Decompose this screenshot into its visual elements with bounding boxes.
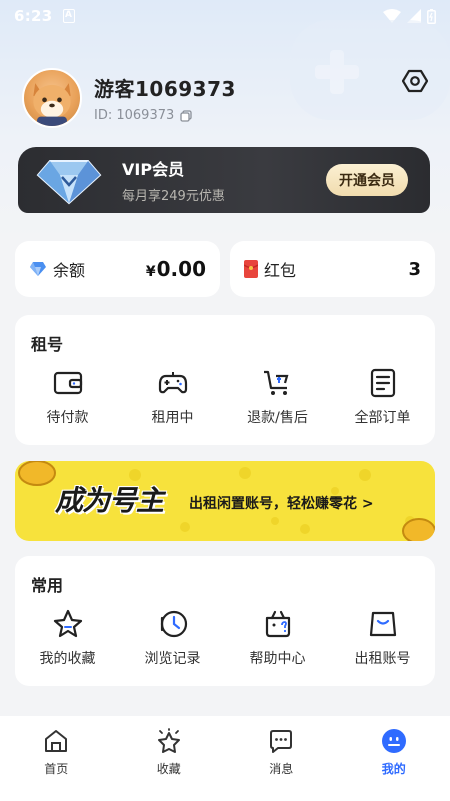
notification-a-icon: A — [62, 9, 75, 23]
profile-text: 游客1069373 ID: 1069373 — [94, 73, 236, 123]
renting-button[interactable]: 租用中 — [120, 367, 225, 427]
red-packet-icon — [244, 260, 258, 278]
gem-balance-icon — [30, 262, 46, 276]
common-section-title: 常用 — [31, 576, 64, 595]
redpack-card[interactable]: 红包 3 — [230, 241, 435, 297]
copy-icon[interactable] — [180, 109, 192, 122]
user-id-row: ID: 1069373 — [94, 108, 236, 123]
rent-out-account-button[interactable]: 出租账号 — [330, 608, 435, 668]
settings-icon[interactable] — [402, 68, 428, 94]
become-owner-banner[interactable]: 成为号主 出租闲置账号，轻松赚零花 > — [15, 461, 435, 541]
help-center-label: 帮助中心 — [249, 651, 306, 667]
message-icon — [270, 730, 293, 753]
common-section: 常用 我的收藏 浏览记录 帮助中心 出租账号 — [15, 556, 435, 686]
tab-favorites-label: 收藏 — [156, 762, 181, 776]
all-orders-button[interactable]: 全部订单 — [330, 367, 435, 427]
wallet-icon — [53, 371, 82, 395]
balance-card[interactable]: 余额 ¥0.00 — [15, 241, 220, 297]
history-icon — [160, 610, 187, 638]
user-id: ID: 1069373 — [94, 108, 175, 123]
balance-amount: 0.00 — [156, 257, 206, 281]
vip-subtitle: 每月享249元优惠 — [122, 189, 225, 204]
bottom-tab-bar: 首页 收藏 消息 我的 — [0, 716, 450, 801]
star-sparkle-icon — [157, 728, 180, 753]
refund-aftersales-label: 退款/售后 — [247, 410, 308, 426]
banner-subtitle[interactable]: 出租闲置账号，轻松赚零花 > — [189, 493, 374, 513]
pending-payment-button[interactable]: 待付款 — [15, 367, 120, 427]
profile-face-icon — [381, 729, 406, 753]
star-icon — [53, 609, 82, 638]
status-time: 6:23 — [14, 7, 53, 25]
help-center-button[interactable]: 帮助中心 — [225, 608, 330, 668]
shopping-bag-icon — [369, 611, 396, 637]
currency-symbol: ¥ — [145, 264, 156, 280]
tab-home-label: 首页 — [44, 762, 69, 776]
refund-aftersales-button[interactable]: 退款/售后 — [225, 367, 330, 427]
orders-list-icon — [370, 368, 395, 398]
banner-title: 成为号主 — [55, 484, 164, 517]
vip-text: VIP会员 每月享249元优惠 — [122, 156, 225, 204]
vip-card[interactable]: VIP会员 每月享249元优惠 开通会员 — [18, 147, 430, 213]
redpack-value: 3 — [408, 258, 421, 280]
tab-profile-label: 我的 — [381, 762, 406, 776]
cart-return-icon — [263, 370, 288, 395]
gamepad-icon — [158, 372, 187, 394]
balance-value: ¥0.00 — [146, 257, 206, 281]
renting-label: 租用中 — [151, 410, 194, 426]
rent-out-account-label: 出租账号 — [354, 651, 411, 667]
tab-messages[interactable]: 消息 — [225, 728, 338, 801]
my-favorites-label: 我的收藏 — [39, 651, 96, 667]
tab-profile[interactable]: 我的 — [338, 728, 450, 801]
my-favorites-button[interactable]: 我的收藏 — [15, 608, 120, 668]
browse-history-label: 浏览记录 — [144, 651, 201, 667]
home-icon — [45, 730, 68, 752]
browse-history-button[interactable]: 浏览记录 — [120, 608, 225, 668]
rent-section-title: 租号 — [31, 335, 64, 354]
vip-title: VIP会员 — [122, 160, 185, 179]
open-vip-button[interactable]: 开通会员 — [326, 164, 408, 196]
tab-messages-label: 消息 — [269, 762, 294, 776]
profile-header: 游客1069373 ID: 1069373 — [22, 66, 432, 130]
avatar[interactable] — [22, 68, 82, 128]
tab-favorites[interactable]: 收藏 — [113, 728, 226, 801]
rent-grid: 待付款 租用中 退款/售后 全部订单 — [15, 367, 435, 427]
rent-section: 租号 待付款 租用中 退款/售后 全部订单 — [15, 315, 435, 445]
vip-diamond-icon — [36, 160, 102, 205]
help-icon — [265, 610, 290, 638]
balance-label: 余额 — [53, 261, 86, 280]
pending-payment-label: 待付款 — [46, 410, 89, 426]
user-name: 游客1069373 — [94, 77, 236, 101]
tab-home[interactable]: 首页 — [0, 728, 113, 801]
redpack-label: 红包 — [264, 261, 297, 280]
all-orders-label: 全部订单 — [354, 410, 411, 426]
shiba-avatar-icon — [33, 83, 71, 126]
common-grid: 我的收藏 浏览记录 帮助中心 出租账号 — [15, 608, 435, 668]
